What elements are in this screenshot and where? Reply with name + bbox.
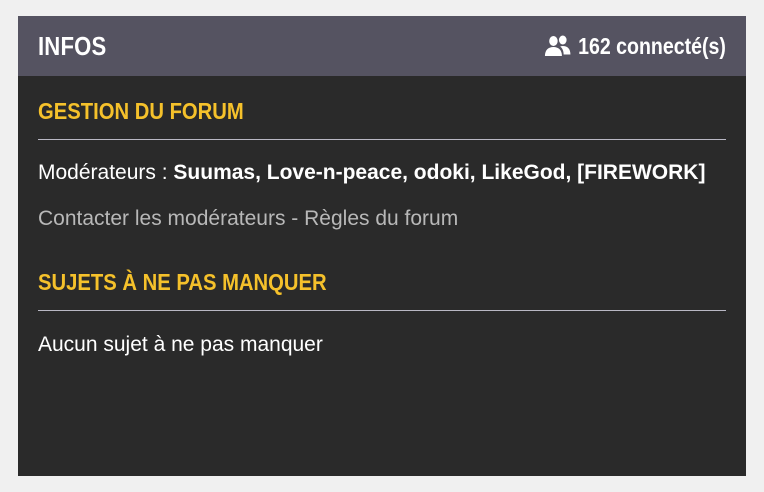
- divider: [38, 310, 726, 311]
- online-count-text: 162 connecté(s): [578, 32, 726, 59]
- moderators-line: Modérateurs : Suumas, Love-n-peace, odok…: [38, 159, 726, 186]
- contact-moderators-link[interactable]: Contacter les modérateurs: [38, 207, 285, 230]
- section-title-must-read: SUJETS À NE PAS MANQUER: [38, 269, 327, 295]
- management-links: Contacter les modérateurs - Règles du fo…: [38, 207, 726, 231]
- section-management: GESTION DU FORUM Modérateurs : Suumas, L…: [18, 98, 746, 231]
- panel-header: INFOS 162 connecté(s): [18, 16, 746, 76]
- moderators-label: Modérateurs :: [38, 161, 168, 184]
- users-icon: [545, 35, 571, 56]
- section-must-read: SUJETS À NE PAS MANQUER Aucun sujet à ne…: [18, 269, 746, 358]
- forum-rules-link[interactable]: Règles du forum: [304, 207, 458, 230]
- section-title-management: GESTION DU FORUM: [38, 98, 244, 124]
- link-separator: -: [291, 207, 299, 230]
- divider: [38, 139, 726, 140]
- panel-title: INFOS: [38, 30, 107, 61]
- moderators-list: Suumas, Love-n-peace, odoki, LikeGod, [F…: [173, 161, 706, 184]
- must-read-empty-text: Aucun sujet à ne pas manquer: [38, 333, 323, 356]
- online-count: 162 connecté(s): [544, 33, 726, 60]
- forum-info-panel: INFOS 162 connecté(s) GESTION DU FORUM M…: [18, 16, 746, 476]
